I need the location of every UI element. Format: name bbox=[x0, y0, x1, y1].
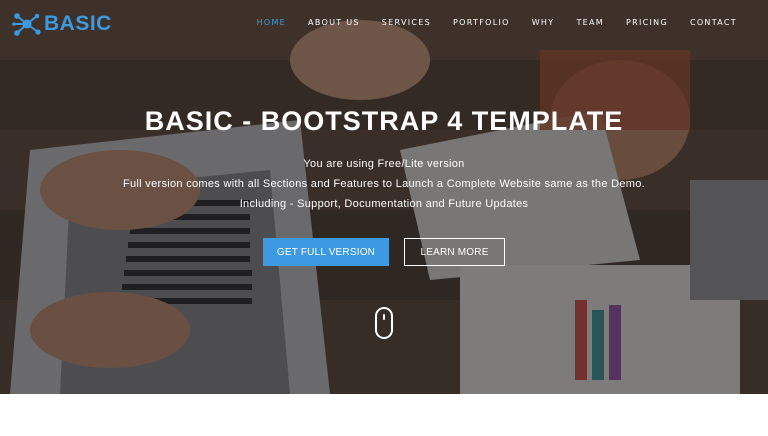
hero-subtitle-line-2: Full version comes with all Sections and… bbox=[123, 178, 645, 190]
mouse-wheel bbox=[383, 314, 385, 320]
hero-section: BASIC HOME ABOUT US SERVICES PORTFOLIO W… bbox=[0, 0, 768, 394]
hero-subtitle-line-3: Including - Support, Documentation and F… bbox=[239, 198, 529, 210]
logo[interactable]: BASIC bbox=[12, 9, 112, 39]
get-full-version-button[interactable]: GET FULL VERSION bbox=[263, 238, 389, 266]
hero-title: BASIC - BOOTSTRAP 4 TEMPLATE bbox=[144, 106, 624, 136]
nav-item-portfolio[interactable]: PORTFOLIO bbox=[442, 18, 521, 27]
nav-item-why[interactable]: WHY bbox=[521, 18, 566, 27]
mouse-scroll-icon[interactable] bbox=[375, 307, 393, 339]
nav-item-home[interactable]: HOME bbox=[246, 18, 297, 27]
hero-subtitle-line-1: You are using Free/Lite version bbox=[303, 158, 465, 170]
brand-name: BASIC bbox=[44, 12, 112, 35]
nav-item-services[interactable]: SERVICES bbox=[371, 18, 442, 27]
nav-item-about-us[interactable]: ABOUT US bbox=[297, 18, 371, 27]
nav-item-team[interactable]: TEAM bbox=[565, 18, 615, 27]
nav-item-contact[interactable]: CONTACT bbox=[679, 18, 748, 27]
molecule-icon bbox=[12, 13, 41, 36]
learn-more-button[interactable]: LEARN MORE bbox=[404, 238, 505, 266]
nav-item-pricing[interactable]: PRICING bbox=[615, 18, 679, 27]
main-nav: HOME ABOUT US SERVICES PORTFOLIO WHY TEA… bbox=[246, 18, 748, 27]
